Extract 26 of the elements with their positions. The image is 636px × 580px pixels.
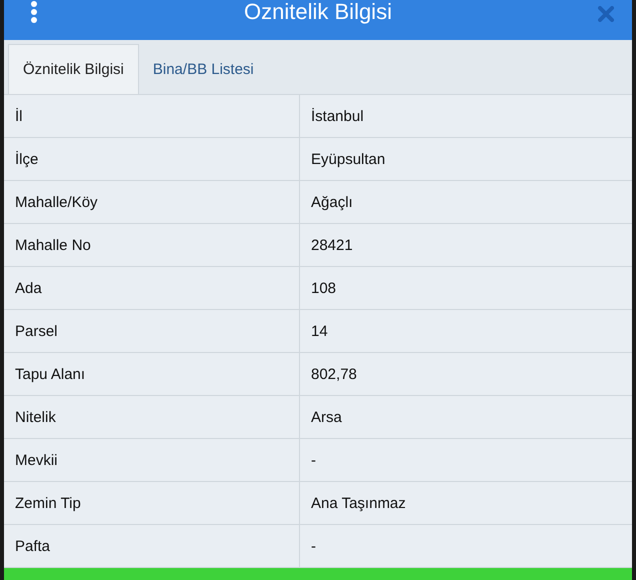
field-value: 802,78: [310, 364, 358, 385]
field-value: 108: [310, 278, 338, 299]
tab[interactable]: Öznitelik Bilgisi: [8, 44, 139, 94]
field-label: Pafta: [4, 525, 300, 568]
field-label: Zemin Tip: [4, 482, 300, 524]
field-label: Mevkii: [4, 439, 300, 482]
field-value: Eyüpsultan: [310, 150, 386, 170]
field-value: 28421: [310, 236, 354, 256]
field-value: -: [310, 536, 317, 557]
field-label: İl: [4, 95, 300, 138]
menu-icon[interactable]: [30, 0, 38, 23]
field-value: Ana Taşınmaz: [310, 494, 407, 514]
field-label: Tapu Alanı: [4, 353, 300, 396]
field-label: Ada: [4, 267, 300, 310]
field-label: Mahalle/Köy: [4, 181, 300, 224]
field-label: Parsel: [4, 310, 300, 352]
field-value: -: [310, 450, 317, 471]
field-label: Nitelik: [4, 396, 300, 438]
tab[interactable]: Bina/BB Listesi: [138, 44, 268, 94]
field-label: İlçe: [4, 138, 300, 180]
field-value: Ağaçlı: [310, 192, 354, 213]
field-value: İstanbul: [310, 106, 365, 127]
field-label: Mahalle No: [4, 224, 300, 266]
field-value: Arsa: [310, 408, 343, 428]
window-title: Oznitelik Bilgisi: [244, 0, 392, 25]
field-value: 14: [310, 322, 329, 342]
